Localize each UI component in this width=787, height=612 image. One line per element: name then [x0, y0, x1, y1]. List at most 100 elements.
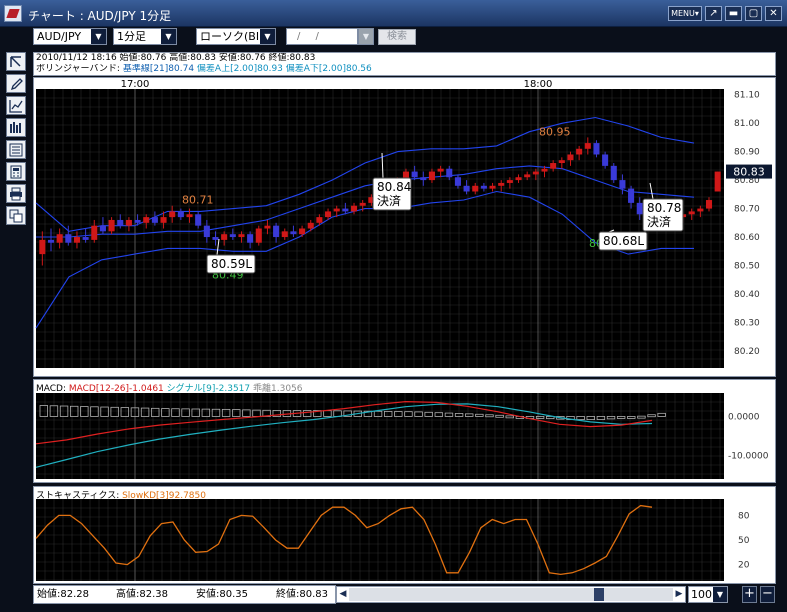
slowkd-value: SlowKD[3]92.7850 — [122, 491, 206, 501]
candle-body — [619, 180, 626, 189]
candle-body — [420, 177, 427, 181]
bollinger-line: ボリンジャーバンド: 基準線[21]80.74 偏差A上[2.00]80.93 … — [36, 64, 775, 75]
trade-callout-price: 80.78 — [647, 201, 681, 215]
macd-label: MACD: — [36, 384, 69, 394]
time-scrollbar[interactable]: ◀ ▶ — [336, 586, 686, 603]
price-axis-label: 80.40 — [734, 290, 760, 300]
chevron-down-icon: ▼ — [713, 587, 727, 602]
status-high: 高値:82.38 — [116, 589, 168, 600]
bar-chart-button[interactable] — [6, 118, 26, 137]
candle-body — [160, 217, 167, 223]
bollinger-mid: 基準線[21]80.74 — [122, 64, 195, 74]
candle-body — [359, 202, 366, 206]
date-dropdown-icon[interactable]: ▼ — [358, 28, 374, 45]
cursor-tool-button[interactable] — [6, 52, 26, 71]
scroll-right-icon[interactable]: ▶ — [673, 587, 685, 602]
maximize-icon[interactable]: ▢ — [745, 6, 762, 21]
candle-body — [463, 185, 470, 192]
bollinger-bands: 偏差A上[2.00]80.93 偏差A下[2.00]80.56 — [194, 64, 372, 74]
window-title: チャート : AUD/JPY 1分足 — [28, 9, 172, 23]
time-label: 18:00 — [524, 79, 553, 90]
scroll-track[interactable] — [349, 588, 673, 601]
minimize-icon[interactable]: ▬ — [725, 6, 742, 21]
candle-body — [264, 225, 271, 229]
price-axis-label: 81.00 — [734, 119, 760, 129]
search-button[interactable]: 検索 — [378, 29, 416, 45]
pencil-tool-button[interactable] — [6, 74, 26, 93]
status-open: 始値:82.28 — [37, 589, 89, 600]
candle-body — [290, 231, 297, 235]
candle-body — [532, 171, 539, 175]
interval-select-value: 1分足 — [117, 30, 146, 43]
candle-body — [316, 217, 323, 223]
candle-body — [636, 202, 643, 215]
candle-body — [325, 211, 332, 218]
candle-body — [117, 219, 124, 226]
interval-select[interactable]: 1分足 ▼ — [113, 28, 177, 45]
candle-body — [697, 208, 704, 212]
macd-header: MACD: MACD[12-26]-1.0461 シグナル[9]-2.3517 … — [36, 381, 303, 394]
candle-body — [169, 211, 176, 218]
diff-value: 乖離1.3056 — [250, 384, 303, 394]
macd-chart[interactable]: 0.0000 -10.0000 — [34, 380, 775, 482]
price-axis-label: 80.70 — [734, 205, 760, 215]
bar-chart-icon — [10, 122, 21, 133]
macd-axis-label: -10.0000 — [728, 452, 769, 462]
trade-callout-price: 80.68L — [603, 234, 644, 248]
candle-body — [333, 208, 340, 212]
candle-body — [602, 154, 609, 166]
candle-body — [576, 148, 583, 155]
candle-body — [705, 200, 713, 209]
price-axis-label: 80.50 — [734, 262, 760, 272]
list-button[interactable] — [6, 140, 26, 159]
status-close: 終値:80.83 — [276, 589, 328, 600]
close-icon[interactable]: ✕ — [765, 6, 782, 21]
zoom-out-icon[interactable]: − — [760, 586, 775, 603]
chevron-down-icon: ▼ — [260, 29, 275, 44]
candle-body — [273, 225, 280, 238]
candle-body — [307, 222, 314, 229]
candle-body — [550, 163, 557, 169]
candle-body — [151, 217, 158, 223]
candle-body — [428, 171, 435, 181]
price-chart[interactable]: 17:00 18:0081.1081.0080.9080.8080.7080.60… — [34, 78, 775, 376]
app-logo-icon — [4, 5, 22, 22]
price-axis-label: 80.90 — [734, 148, 760, 158]
candle-body — [472, 185, 479, 192]
candle-body — [99, 225, 106, 232]
candle-body — [177, 211, 184, 218]
calculator-button[interactable] — [6, 162, 26, 181]
line-chart-button[interactable] — [6, 96, 26, 115]
pair-select[interactable]: AUD/JPY ▼ — [33, 28, 107, 45]
candle-body — [524, 174, 531, 178]
candle-body — [195, 214, 202, 226]
candle-body — [567, 154, 574, 161]
chevron-down-icon: ▼ — [91, 29, 106, 44]
macd-axis-label: 0.0000 — [728, 412, 760, 422]
print-icon — [10, 187, 22, 201]
bar-count-select[interactable]: 100 ▼ — [688, 586, 728, 603]
print-button[interactable] — [6, 184, 26, 203]
price-annotation: 80.71 — [182, 194, 214, 207]
scroll-left-icon[interactable]: ◀ — [337, 587, 349, 602]
stochastic-header: ストキャスティクス: SlowKD[3]92.7850 — [36, 488, 206, 501]
candle-body — [558, 160, 565, 164]
title-bar: チャート : AUD/JPY 1分足 MENU▾ ↗ ▬ ▢ ✕ — [0, 0, 787, 27]
stochastic-chart[interactable]: 80 50 20 — [34, 487, 775, 583]
price-axis-label: 80.60 — [734, 233, 760, 243]
date-input[interactable]: / / — [286, 28, 358, 45]
zoom-in-icon[interactable]: + — [742, 586, 757, 603]
menu-button[interactable]: MENU▾ — [668, 6, 702, 21]
scroll-thumb[interactable] — [594, 588, 604, 601]
copy-button[interactable] — [6, 206, 26, 225]
pencil-icon — [10, 78, 23, 91]
price-axis-label: 81.10 — [734, 91, 760, 101]
candle-body — [714, 171, 721, 192]
bollinger-label: ボリンジャーバンド: — [36, 64, 123, 74]
candle-body — [489, 185, 496, 189]
list-icon — [9, 143, 23, 157]
detach-icon[interactable]: ↗ — [705, 6, 722, 21]
candle-body — [255, 228, 262, 243]
candle-body — [47, 239, 55, 243]
chart-type-select[interactable]: ローソク(BID) ▼ — [196, 28, 276, 45]
